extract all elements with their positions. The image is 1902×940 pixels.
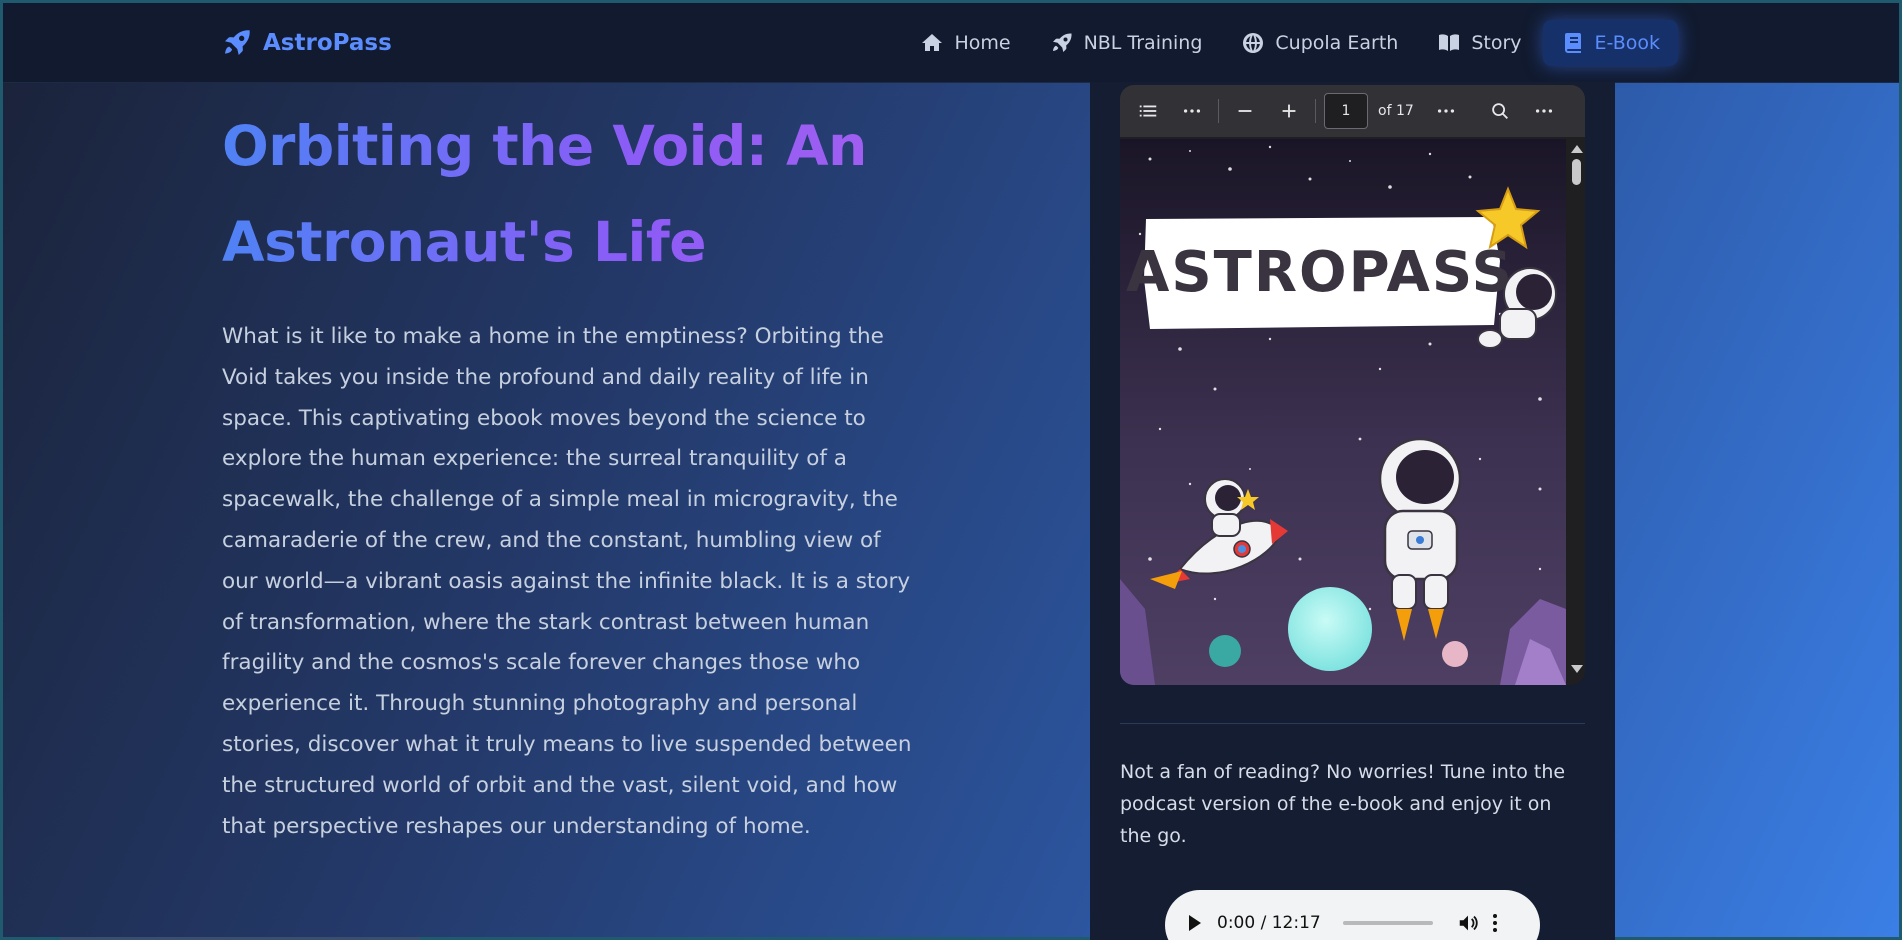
pdf-scrollbar[interactable]	[1567, 139, 1585, 685]
rocket-icon	[225, 30, 250, 55]
page-number-input[interactable]	[1324, 93, 1368, 129]
zoom-in-icon[interactable]	[1267, 89, 1311, 133]
pdf-viewer[interactable]: of 17	[1120, 85, 1585, 685]
scroll-thumb[interactable]	[1572, 159, 1581, 185]
audio-progress-bar[interactable]	[1342, 921, 1433, 925]
audio-time: 0:00 / 12:17	[1217, 913, 1321, 933]
play-icon[interactable]	[1189, 915, 1201, 931]
toolbar-divider	[1315, 99, 1316, 123]
nav-item-label: E-Book	[1594, 31, 1660, 54]
podcast-audio-player[interactable]: 0:00 / 12:17	[1165, 890, 1540, 940]
rocket-icon	[1052, 32, 1072, 52]
page-count: of 17	[1378, 103, 1414, 119]
nav-item-label: Cupola Earth	[1275, 31, 1399, 54]
nav-item-home[interactable]: Home	[902, 20, 1028, 66]
more-horizontal-icon[interactable]	[1170, 89, 1214, 133]
pdf-toolbar: of 17	[1120, 85, 1585, 137]
more-vertical-icon[interactable]	[1492, 914, 1497, 932]
nav-item-nbl-training[interactable]: NBL Training	[1032, 20, 1221, 66]
podcast-description: Not a fan of reading? No worries! Tune i…	[1120, 761, 1566, 847]
brand-logo[interactable]: AstroPass	[221, 27, 392, 59]
panel-divider	[1120, 723, 1585, 724]
nav-item-label: Home	[954, 31, 1011, 54]
nav-item-label: NBL Training	[1083, 31, 1203, 54]
more-horizontal-icon[interactable]	[1424, 89, 1468, 133]
zoom-out-icon[interactable]	[1223, 89, 1267, 133]
ebook-description: What is it like to make a home in the em…	[222, 324, 912, 839]
nav-links: Home NBL Training Cupola Earth Story E-B…	[902, 3, 1681, 82]
more-horizontal-icon[interactable]	[1522, 89, 1566, 133]
book-open-icon	[1439, 33, 1460, 51]
page-title: Orbiting the Void: An Astronaut's Life	[222, 98, 902, 290]
scroll-down-arrow[interactable]	[1571, 665, 1583, 673]
book-icon	[1564, 32, 1581, 53]
search-icon[interactable]	[1478, 89, 1522, 133]
volume-icon[interactable]	[1457, 912, 1479, 934]
nav-item-cupola-earth[interactable]: Cupola Earth	[1223, 20, 1416, 66]
toolbar-divider	[1218, 99, 1219, 123]
home-icon	[922, 33, 943, 51]
brand-name: AstroPass	[263, 30, 392, 56]
nav-item-story[interactable]: Story	[1419, 20, 1539, 66]
globe-icon	[1243, 32, 1264, 53]
scroll-up-arrow[interactable]	[1571, 145, 1583, 153]
cover-title: ASTROPASS	[1126, 240, 1514, 305]
pdf-cover-page: ASTROPASS	[1120, 139, 1566, 685]
top-navbar: AstroPass Home NBL Training Cupola Earth…	[3, 3, 1899, 83]
nav-item-e-book[interactable]: E-Book	[1542, 19, 1678, 66]
list-icon[interactable]	[1126, 89, 1170, 133]
nav-item-label: Story	[1471, 31, 1522, 54]
